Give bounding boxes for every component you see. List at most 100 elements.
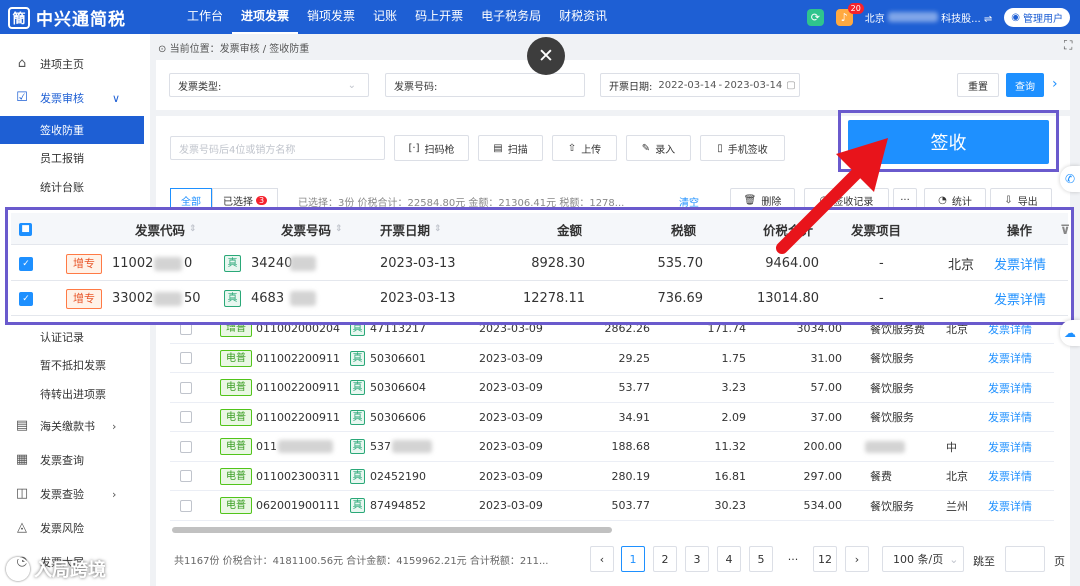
- table-row[interactable]: 电普 011002200911 真 50306604 2023-03-09 53.77 3.…: [170, 373, 1054, 403]
- upload-button[interactable]: ⇧ 上传: [552, 135, 617, 161]
- col-issue-date[interactable]: 开票日期 ⇕: [380, 213, 442, 245]
- row-checkbox[interactable]: [180, 352, 192, 364]
- invoice-detail-link[interactable]: 发票详情: [988, 462, 1032, 491]
- table-row-selected[interactable]: ✓ 增专 11002 0 真 34240 2023-03-13 8928.30 535.70 94…: [11, 246, 1068, 281]
- prev-page-button[interactable]: ‹: [590, 546, 614, 572]
- page-4[interactable]: 4: [717, 546, 741, 572]
- query-icon: ▦: [15, 452, 29, 467]
- invoice-code: 011002200911: [256, 351, 340, 365]
- row-checkbox[interactable]: [180, 470, 192, 482]
- user-menu[interactable]: ◉ 管理用户: [1004, 7, 1070, 27]
- nav-bookkeeping[interactable]: 记账: [364, 0, 406, 34]
- invoice-detail-link[interactable]: 发票详情: [988, 432, 1032, 461]
- button-label: 扫描: [507, 144, 528, 156]
- table-row[interactable]: 电普 062001900111 真 87494852 2023-03-09 503.77 3…: [170, 491, 1054, 521]
- app-logo[interactable]: 簡 中兴通简税: [8, 5, 126, 30]
- table-row[interactable]: 电普 011002200911 真 50306606 2023-03-09 34.91 2.…: [170, 403, 1054, 432]
- table-row[interactable]: 电普 011002200911 真 50306601 2023-03-09 29.25 1.…: [170, 344, 1054, 373]
- invoice-detail-link[interactable]: 发票详情: [988, 491, 1032, 520]
- invoice-detail-link[interactable]: 发票详情: [994, 246, 1046, 281]
- sidebar-item-no-deduction[interactable]: 暂不抵扣发票: [0, 351, 150, 379]
- phone-support-icon[interactable]: ✆: [1060, 166, 1080, 192]
- fullscreen-icon[interactable]: ⛶: [1064, 38, 1072, 53]
- nav-workbench[interactable]: 工作台: [178, 0, 232, 34]
- sidebar-item-invoice-query[interactable]: ▦ 发票查询: [0, 446, 150, 474]
- search-placeholder: 发票号码后4位或销方名称: [179, 144, 296, 156]
- page-size-select[interactable]: 100 条/页 ⌄: [882, 546, 964, 572]
- bell-icon[interactable]: ♪ 20: [835, 2, 864, 26]
- invoice-detail-link[interactable]: 发票详情: [988, 403, 1032, 432]
- upload-icon: ⇧: [567, 142, 577, 154]
- watermark: 入局跨境: [6, 556, 106, 582]
- row-checkbox[interactable]: [180, 411, 192, 423]
- invoice-detail-link[interactable]: 发票详情: [994, 281, 1046, 316]
- nav-quick-issue[interactable]: 码上开票: [406, 0, 472, 34]
- home-icon: ⌂: [17, 56, 27, 71]
- sort-icon: ⇕: [434, 224, 442, 234]
- nav-input-invoices[interactable]: 进项发票: [232, 0, 299, 34]
- tax: 3.23: [721, 381, 747, 394]
- jump-page-input[interactable]: [1005, 546, 1045, 572]
- app-name: 中兴通简税: [36, 10, 126, 30]
- invoice-type-tag: 电普: [220, 408, 252, 426]
- sidebar-item-invoice-check[interactable]: ◫ 发票查验 ›: [0, 480, 150, 508]
- zhen-cell: 真: [350, 403, 365, 432]
- invoice-number: 87494852: [370, 499, 426, 512]
- next-page-button[interactable]: ›: [845, 546, 869, 572]
- sidebar-item-input-home[interactable]: ⌂ 进项主页: [0, 50, 150, 78]
- row-checkbox[interactable]: [180, 499, 192, 512]
- sidebar-item-invoice-risk[interactable]: ◬ 发票风险: [0, 514, 150, 542]
- total: 200.00: [803, 440, 843, 453]
- zhen-cell: 真: [224, 281, 241, 316]
- table-row[interactable]: 电普 011002300311 真 02452190 2023-03-09 280.19 1…: [170, 462, 1054, 491]
- total: 534.00: [803, 499, 843, 512]
- sidebar-item-pending-transfer[interactable]: 待转出进项票: [0, 380, 150, 408]
- date-range-picker[interactable]: 开票日期: 2022-03-14 - 2023-03-14 ▢: [600, 73, 800, 97]
- row-checkbox[interactable]: ✓: [19, 291, 33, 306]
- invoice-detail-link[interactable]: 发票详情: [988, 373, 1032, 402]
- invoice-code-end: 50: [184, 291, 201, 306]
- sidebar-item-sign-dedupe[interactable]: 签收防重: [0, 116, 144, 144]
- invoice-type-tag: 电普: [220, 379, 252, 396]
- sidebar-item-ledger[interactable]: 统计台账: [0, 173, 150, 201]
- page-5[interactable]: 5: [749, 546, 773, 572]
- sidebar-item-employee-reimbursement[interactable]: 员工报销: [0, 144, 150, 172]
- row-checkbox[interactable]: [180, 381, 192, 394]
- page-1[interactable]: 1: [621, 546, 645, 572]
- table-row[interactable]: 电普 011 真 537 2023-03-09 188.68 11.32 200.00 中 发票详…: [170, 432, 1054, 462]
- table-row-selected[interactable]: ✓ 增专 33002 50 真 4683 2023-03-13 12278.11 736.69 1…: [11, 281, 1068, 316]
- select-all-checkbox[interactable]: ■: [19, 222, 32, 236]
- col-invoice-number[interactable]: 发票号码 ⇕: [281, 213, 343, 245]
- chat-support-icon[interactable]: ☁: [1060, 320, 1080, 346]
- row-checkbox[interactable]: [180, 440, 192, 453]
- nav-output-invoices[interactable]: 销项发票: [298, 0, 364, 34]
- chevron-right-icon[interactable]: ›: [1052, 76, 1058, 92]
- scan-gun-button[interactable]: [·] 扫码枪: [394, 135, 469, 161]
- page-ellipsis[interactable]: ···: [781, 546, 805, 572]
- invoice-type-select[interactable]: 发票类型: ⌄: [169, 73, 369, 97]
- company-switcher[interactable]: 北京 科技股... ⇌: [865, 10, 992, 25]
- horizontal-scrollbar[interactable]: [172, 527, 612, 533]
- sidebar-item-certification-records[interactable]: 认证记录: [0, 323, 150, 351]
- query-button[interactable]: 查询: [1006, 73, 1044, 97]
- col-invoice-code[interactable]: 发票代码 ⇕: [135, 213, 197, 245]
- sidebar-item-customs-payment[interactable]: ▤ 海关缴款书 ›: [0, 412, 150, 440]
- invoice-number-field[interactable]: 发票号码:: [385, 73, 585, 97]
- row-checkbox[interactable]: ✓: [19, 256, 33, 271]
- nav-e-tax-bureau[interactable]: 电子税务局: [472, 0, 550, 34]
- page-2[interactable]: 2: [653, 546, 677, 572]
- entry-button[interactable]: ✎ 录入: [626, 135, 691, 161]
- sidebar-item-label: 暂不抵扣发票: [40, 359, 106, 372]
- refresh-icon[interactable]: ⟳: [806, 8, 824, 26]
- page-3[interactable]: 3: [685, 546, 709, 572]
- page-12[interactable]: 12: [813, 546, 837, 572]
- invoice-detail-link[interactable]: 发票详情: [988, 344, 1032, 373]
- sidebar-item-invoice-review[interactable]: ☑ 发票审核 ∨: [0, 84, 150, 112]
- invoice-code: 011002200911: [256, 410, 340, 424]
- scan-button[interactable]: ▤ 扫描: [478, 135, 543, 161]
- filter-icon[interactable]: ⊽: [1060, 213, 1070, 245]
- reset-button[interactable]: 重置: [957, 73, 999, 97]
- nav-tax-news[interactable]: 财税资讯: [550, 0, 616, 34]
- search-input[interactable]: 发票号码后4位或销方名称: [170, 136, 385, 160]
- close-overlay-button[interactable]: ✕: [527, 37, 565, 75]
